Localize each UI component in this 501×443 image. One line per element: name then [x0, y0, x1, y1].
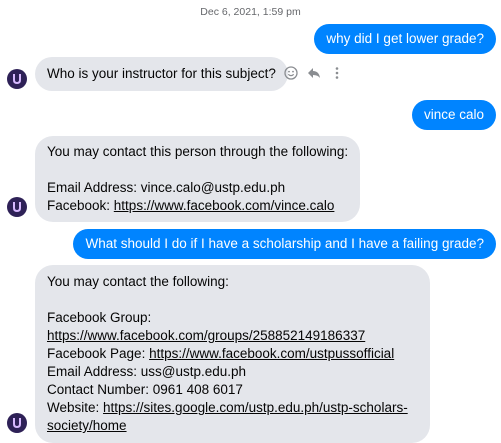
outgoing-message[interactable]: vince calo	[411, 100, 496, 130]
website-label: Website:	[47, 400, 104, 415]
message-text: Facebook: https://www.facebook.com/vince…	[47, 197, 348, 215]
message-actions	[284, 66, 344, 80]
avatar-logo-icon	[13, 74, 21, 84]
avatar-logo-icon	[13, 202, 21, 212]
facebook-label: Facebook:	[47, 198, 114, 213]
smiley-react-icon[interactable]	[284, 66, 298, 80]
facebook-link[interactable]: https://www.facebook.com/vince.calo	[114, 198, 335, 213]
incoming-message[interactable]: Who is your instructor for this subject?	[35, 57, 288, 91]
more-vertical-icon[interactable]	[330, 66, 344, 80]
message-text: Who is your instructor for this subject?	[47, 66, 276, 81]
outgoing-message[interactable]: why did I get lower grade?	[314, 24, 496, 54]
incoming-message[interactable]: You may contact the following: Facebook …	[35, 265, 430, 443]
message-text: You may contact the following:	[47, 274, 229, 289]
facebook-group-label: Facebook Group:	[47, 310, 152, 325]
bot-avatar-icon[interactable]	[7, 197, 27, 217]
facebook-page-link[interactable]: https://www.facebook.com/ustpussofficial	[149, 346, 394, 361]
email-address: Email Address: uss@ustp.edu.ph	[47, 364, 247, 379]
facebook-group-link[interactable]: https://www.facebook.com/groups/25885214…	[47, 327, 418, 345]
website-link-continued[interactable]: society/home	[47, 417, 418, 435]
message-text: Website: https://sites.google.com/ustp.e…	[47, 399, 418, 417]
avatar-logo-icon	[13, 418, 21, 428]
facebook-page-label: Facebook Page:	[47, 346, 150, 361]
outgoing-message[interactable]: What should I do if I have a scholarship…	[73, 229, 496, 259]
message-text: Facebook Page: https://www.facebook.com/…	[47, 345, 418, 363]
incoming-message[interactable]: You may contact this person through the …	[35, 136, 361, 222]
contact-number: Contact Number: 0961 408 6017	[47, 382, 243, 397]
website-link[interactable]: https://sites.google.com/ustp.edu.ph/ust…	[103, 400, 408, 415]
message-text: You may contact this person through the …	[47, 144, 349, 159]
bot-avatar-icon[interactable]	[7, 413, 27, 433]
thread-timestamp: Dec 6, 2021, 1:59 pm	[200, 6, 301, 18]
reply-arrow-icon[interactable]	[307, 66, 321, 80]
bot-avatar-icon[interactable]	[7, 69, 27, 89]
message-text: Email Address: vince.calo@ustp.edu.ph	[47, 180, 286, 195]
